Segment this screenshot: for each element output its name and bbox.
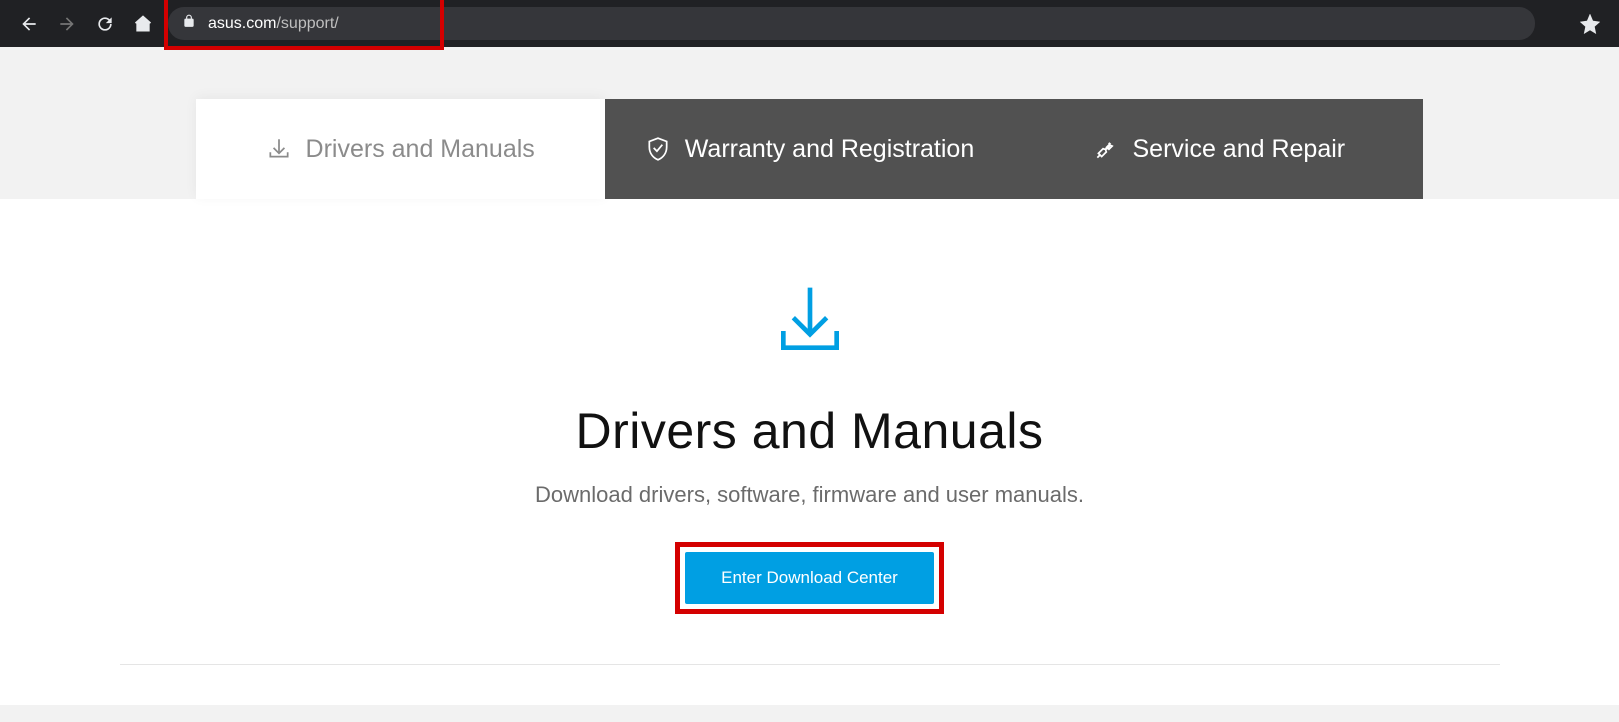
arrow-left-icon bbox=[19, 14, 39, 34]
bookmark-button[interactable] bbox=[1571, 5, 1609, 43]
page-body: Drivers and Manuals Warranty and Registr… bbox=[0, 47, 1619, 705]
forward-button[interactable] bbox=[48, 5, 86, 43]
download-hero-icon bbox=[0, 281, 1619, 366]
back-button[interactable] bbox=[10, 5, 48, 43]
lock-icon bbox=[182, 14, 196, 33]
content-panel: Drivers and Manuals Download drivers, so… bbox=[0, 199, 1619, 705]
support-tabs: Drivers and Manuals Warranty and Registr… bbox=[196, 99, 1424, 199]
page-title: Drivers and Manuals bbox=[0, 402, 1619, 460]
tab-drivers-manuals[interactable]: Drivers and Manuals bbox=[196, 99, 605, 199]
tab-label: Drivers and Manuals bbox=[306, 135, 535, 164]
page-subtitle: Download drivers, software, firmware and… bbox=[0, 482, 1619, 508]
browser-toolbar: asus.com/support/ bbox=[0, 0, 1619, 47]
star-icon bbox=[1580, 14, 1600, 34]
tools-icon bbox=[1093, 136, 1119, 162]
divider bbox=[120, 664, 1500, 665]
shield-icon bbox=[645, 136, 671, 162]
reload-icon bbox=[95, 14, 115, 34]
home-button[interactable] bbox=[124, 5, 162, 43]
url-text: asus.com/support/ bbox=[208, 15, 339, 33]
reload-button[interactable] bbox=[86, 5, 124, 43]
tab-label: Warranty and Registration bbox=[685, 135, 974, 164]
tab-label: Service and Repair bbox=[1133, 135, 1346, 164]
address-bar[interactable]: asus.com/support/ bbox=[168, 7, 1535, 40]
tab-warranty-registration[interactable]: Warranty and Registration bbox=[605, 99, 1014, 199]
enter-download-center-button[interactable]: Enter Download Center bbox=[685, 552, 934, 604]
arrow-right-icon bbox=[57, 14, 77, 34]
tab-service-repair[interactable]: Service and Repair bbox=[1014, 99, 1423, 199]
home-icon bbox=[133, 14, 153, 34]
download-icon bbox=[266, 136, 292, 162]
